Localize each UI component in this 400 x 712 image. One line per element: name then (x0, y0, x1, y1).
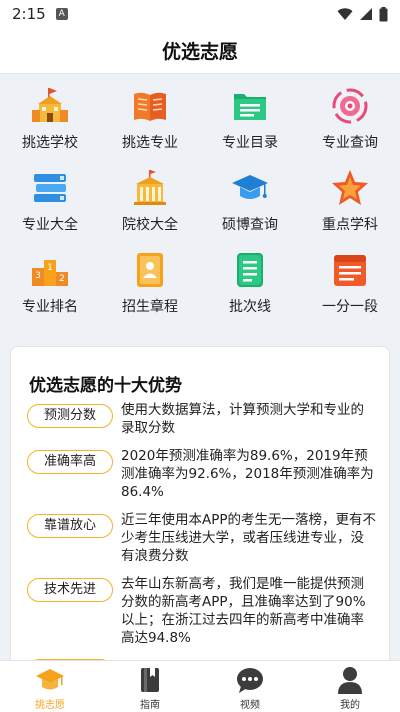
graduation-cap-icon (36, 669, 64, 690)
feature-grid: 挑选学校 挑选专业 专业目录 专业查询 专业大全 院校大全 硕博查询 重点学科 … (0, 82, 400, 328)
advantage-tag: 技术先进 (27, 578, 113, 602)
podium-icon: 1 3 2 (32, 260, 68, 286)
books-stack-icon (34, 174, 66, 202)
bottom-tab-bar: 挑志愿 指南 视频 我的 (0, 660, 400, 712)
advantage-text: 2020年预测准确率为89.6%，2019年预测准确率为92.6%，2018年预… (121, 448, 374, 500)
grid-item-batch-line[interactable]: 批次线 (200, 246, 300, 328)
advantage-tag: 靠谱放心 (27, 514, 113, 538)
school-icon (32, 88, 68, 122)
page-title: 优选志愿 (161, 41, 238, 63)
grid-item-label: 专业查询 (322, 135, 378, 151)
grid-item-major-catalog[interactable]: 专业目录 (200, 82, 300, 164)
tab-label: 指南 (140, 700, 160, 711)
grid-item-label: 硕博查询 (222, 217, 278, 233)
tab-mine[interactable]: 我的 (300, 661, 400, 712)
graduation-cap-icon (232, 175, 268, 199)
grid-item-label: 一分一段 (322, 299, 378, 315)
grid-item-score-segment[interactable]: 一分一段 (300, 246, 400, 328)
grid-item-masters-phd-query[interactable]: 硕博查询 (200, 164, 300, 246)
grid-item-key-disciplines[interactable]: 重点学科 (300, 164, 400, 246)
advantage-tag: 预测分数 (27, 404, 113, 428)
notification-icon: A (55, 8, 68, 20)
tab-video[interactable]: 视频 (200, 661, 300, 712)
list-icon (234, 94, 266, 120)
advantages-card: 优选志愿的十大优势 预测分数 使用大数据算法，计算预测大学和专业的录取分数 准确… (10, 346, 390, 676)
grid-item-label: 院校大全 (122, 217, 178, 233)
app-header: 优选志愿 (0, 28, 400, 74)
advantages-title: 优选志愿的十大优势 (29, 376, 182, 396)
college-icon (134, 170, 166, 205)
svg-text:1: 1 (47, 263, 53, 273)
grid-item-college-encyclopedia[interactable]: 院校大全 (100, 164, 200, 246)
star-icon (332, 170, 368, 205)
battery-icon (379, 6, 388, 21)
book-icon (134, 92, 166, 121)
grid-item-label: 专业排名 (22, 299, 78, 315)
svg-text:2: 2 (59, 274, 65, 284)
grid-item-label: 挑选专业 (122, 135, 178, 151)
status-bar: 2:15 A (0, 0, 400, 28)
grid-item-select-major[interactable]: 挑选专业 (100, 82, 200, 164)
advantage-text: 近三年使用本APP的考生无一落榜，更有不少考生压线进大学，或者压线进专业，没有浪… (121, 512, 377, 564)
guide-book-icon (141, 668, 159, 692)
tab-label: 我的 (340, 700, 360, 711)
chat-bubble-icon (237, 668, 263, 693)
tab-pick-volunteer[interactable]: 挑志愿 (0, 661, 100, 712)
tab-label: 挑志愿 (35, 700, 65, 711)
advantage-text: 使用大数据算法，计算预测大学和专业的录取分数 (121, 402, 364, 436)
grid-item-major-ranking[interactable]: 1 3 2 专业排名 (0, 246, 100, 328)
grid-item-label: 专业大全 (22, 217, 78, 233)
svg-text:3: 3 (35, 271, 41, 281)
tab-guide[interactable]: 指南 (100, 661, 200, 712)
signal-icon (360, 8, 372, 20)
advantage-text: 去年山东新高考，我们是唯一能提供预测分数的新高考APP，且准确率达到了90%以上… (121, 576, 366, 646)
score-table-icon (334, 255, 366, 286)
advantage-tag: 准确率高 (27, 450, 113, 474)
tab-label: 视频 (240, 700, 260, 711)
grid-item-label: 重点学科 (322, 217, 378, 233)
status-time: 2:15 (12, 5, 46, 23)
notes-icon (237, 253, 263, 287)
grid-item-admission-rules[interactable]: 招生章程 (100, 246, 200, 328)
grid-item-select-school[interactable]: 挑选学校 (0, 82, 100, 164)
status-icons (337, 6, 388, 22)
document-icon (137, 253, 163, 287)
grid-item-label: 招生章程 (122, 299, 178, 315)
wifi-icon (337, 8, 353, 20)
grid-item-major-query[interactable]: 专业查询 (300, 82, 400, 164)
target-icon (332, 88, 368, 124)
grid-item-label: 批次线 (229, 299, 271, 315)
grid-item-label: 专业目录 (222, 135, 278, 151)
person-icon (338, 667, 362, 694)
grid-item-major-encyclopedia[interactable]: 专业大全 (0, 164, 100, 246)
grid-item-label: 挑选学校 (22, 135, 78, 151)
